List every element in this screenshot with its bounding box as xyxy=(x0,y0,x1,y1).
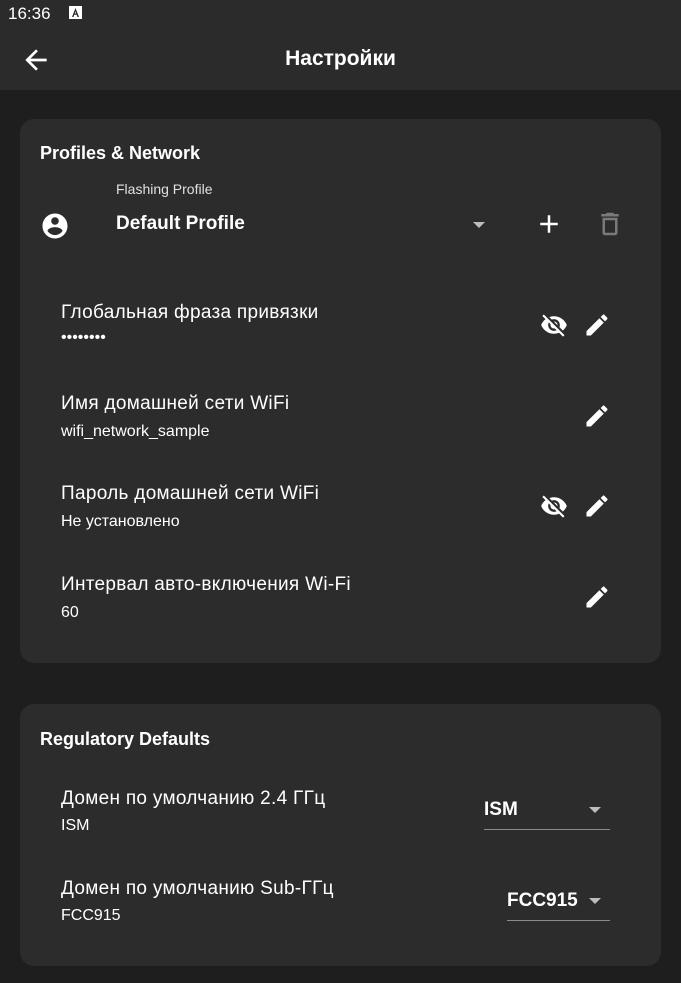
setting-title: Домен по умолчанию 2.4 ГГц xyxy=(61,788,326,809)
setting-value: FCC915 xyxy=(61,907,121,924)
status-time: 16:36 xyxy=(8,4,51,23)
trash-icon xyxy=(601,212,619,236)
profile-select[interactable]: Flashing Profile Default Profile xyxy=(116,179,491,239)
setting-value: ISM xyxy=(61,817,90,834)
section-title-profiles-network: Profiles & Network xyxy=(40,143,201,163)
profiles-network-card: Profiles & Network Flashing Profile Defa… xyxy=(20,119,661,663)
dropdown-arrow-icon xyxy=(589,807,601,813)
dropdown-arrow-icon xyxy=(473,222,485,228)
regulatory-defaults-card: Regulatory Defaults Домен по умолчанию 2… xyxy=(20,704,661,966)
a-icon xyxy=(69,6,82,19)
section-title-regulatory: Regulatory Defaults xyxy=(40,729,211,749)
setting-title: Пароль домашней сети WiFi xyxy=(61,483,320,504)
pencil-icon xyxy=(586,586,608,608)
setting-value: Не установлено xyxy=(61,513,180,530)
edit-button[interactable] xyxy=(583,402,613,432)
eye-off-icon xyxy=(541,314,567,337)
select-value: ISM xyxy=(484,799,518,820)
edit-button[interactable] xyxy=(583,492,613,522)
app-bar: Настройки xyxy=(0,30,681,90)
domain-24-select[interactable]: ISM xyxy=(484,789,610,830)
edit-button[interactable] xyxy=(583,583,613,613)
edit-button[interactable] xyxy=(583,311,613,341)
profile-select-label: Flashing Profile xyxy=(116,181,213,197)
add-profile-button[interactable] xyxy=(534,209,564,239)
dropdown-arrow-icon xyxy=(589,898,601,904)
profile-select-value: Default Profile xyxy=(116,213,245,234)
pencil-icon xyxy=(586,495,608,517)
setting-value: •••••••• xyxy=(61,329,106,346)
plus-icon xyxy=(540,215,558,233)
page-title: Настройки xyxy=(285,47,396,70)
status-bar: 16:36 xyxy=(0,0,681,30)
eye-off-icon xyxy=(541,495,567,518)
pencil-icon xyxy=(586,405,608,427)
setting-title: Интервал авто-включения Wi-Fi xyxy=(61,574,351,595)
setting-title: Глобальная фраза привязки xyxy=(61,302,319,323)
domain-sub-select[interactable]: FCC915 xyxy=(507,880,610,921)
setting-value: wifi_network_sample xyxy=(61,423,210,440)
setting-value: 60 xyxy=(61,604,79,621)
delete-profile-button[interactable] xyxy=(595,209,625,239)
setting-title: Имя домашней сети WiFi xyxy=(61,393,290,414)
toggle-visibility-button[interactable] xyxy=(540,311,570,341)
setting-title: Домен по умолчанию Sub-ГГц xyxy=(61,878,334,899)
select-value: FCC915 xyxy=(507,890,578,911)
pencil-icon xyxy=(586,314,608,336)
account-circle-icon xyxy=(40,211,70,241)
toggle-visibility-button[interactable] xyxy=(540,492,570,522)
